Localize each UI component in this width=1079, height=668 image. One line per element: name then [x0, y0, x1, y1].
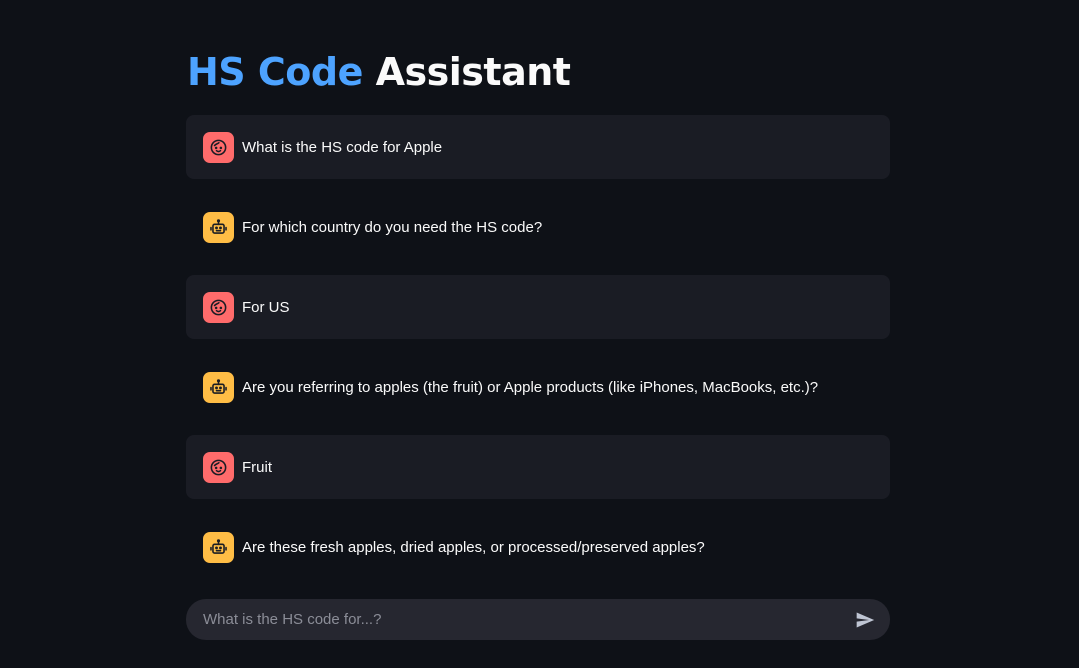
chat-message-text: Fruit [242, 458, 272, 476]
chat-message-assistant: For which country do you need the HS cod… [186, 195, 890, 259]
face-icon [210, 139, 227, 155]
robot-icon [210, 538, 227, 554]
chat-history: What is the HS code for Apple For which … [186, 115, 890, 595]
chat-message-text: Are these fresh apples, dried apples, or… [242, 538, 705, 556]
app-root: HS Code Assistant What is the HS code fo… [0, 0, 1079, 668]
face-icon [210, 459, 227, 475]
assistant-avatar [203, 371, 234, 403]
user-avatar [203, 291, 234, 323]
robot-icon [210, 378, 227, 394]
chat-message-assistant: Are these fresh apples, dried apples, or… [186, 515, 890, 579]
page-title-accent: HS Code [187, 50, 363, 94]
robot-icon [210, 218, 227, 234]
assistant-avatar [203, 211, 234, 243]
chat-message-user: What is the HS code for Apple [186, 115, 890, 179]
face-icon [210, 299, 227, 315]
chat-message-text: For which country do you need the HS cod… [242, 218, 543, 236]
chat-message-user: Fruit [186, 435, 890, 499]
chat-input[interactable] [203, 611, 852, 628]
assistant-avatar [203, 531, 234, 563]
chat-message-text: What is the HS code for Apple [242, 138, 443, 156]
page-title: HS Code Assistant [187, 50, 571, 94]
chat-message-assistant: Are you referring to apples (the fruit) … [186, 355, 890, 419]
chat-input-bar [186, 599, 890, 640]
chat-message-user: For US [186, 275, 890, 339]
user-avatar [203, 131, 234, 163]
page-title-rest: Assistant [375, 50, 571, 94]
user-avatar [203, 451, 234, 483]
chat-message-text: For US [242, 298, 290, 316]
send-button[interactable] [852, 607, 878, 633]
send-icon [856, 612, 875, 627]
chat-message-text: Are you referring to apples (the fruit) … [242, 378, 819, 396]
